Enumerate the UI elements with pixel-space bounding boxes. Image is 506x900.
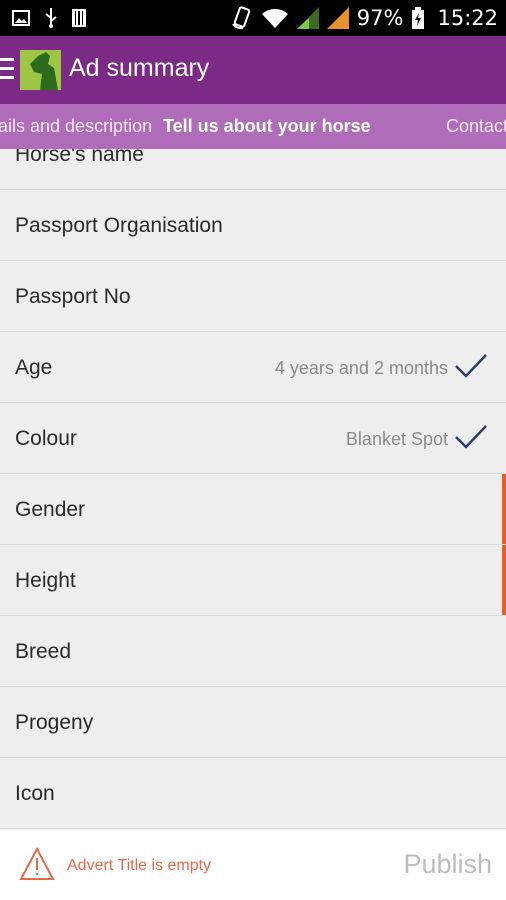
tab-ad-details[interactable]: ails and description — [0, 116, 152, 137]
tab-strip: ails and description Tell us about your … — [0, 104, 506, 149]
row-value: Blanket Spot — [345, 429, 448, 449]
row-gender[interactable]: Gender — [0, 474, 506, 545]
row-label: Height — [15, 569, 76, 592]
page-title: Ad summary — [69, 54, 210, 82]
battery-icon — [412, 7, 425, 29]
signal-icon — [296, 7, 319, 29]
row-label: Passport Organisation — [15, 214, 223, 237]
publish-button[interactable]: Publish — [403, 849, 492, 880]
row-colour[interactable]: Colour Blanket Spot — [0, 403, 506, 474]
bottom-bar: Advert Title is empty Publish — [0, 830, 506, 900]
row-breed[interactable]: Breed — [0, 616, 506, 687]
row-passport-no[interactable]: Passport No — [0, 261, 506, 332]
required-indicator — [502, 474, 506, 544]
clock: 15:22 — [437, 6, 498, 30]
tab-tell-us-about-your-horse[interactable]: Tell us about your horse — [163, 116, 371, 137]
row-icon[interactable]: Icon — [0, 758, 506, 829]
image-icon — [12, 10, 30, 26]
horse-details-list: Horse's name Passport Organisation Passp… — [0, 149, 506, 830]
row-height[interactable]: Height — [0, 545, 506, 616]
horse-logo[interactable] — [20, 50, 61, 90]
row-label: Gender — [15, 498, 86, 521]
row-label: Progeny — [15, 711, 94, 734]
tab-contact[interactable]: Contact — [446, 116, 506, 137]
rotate-icon — [231, 6, 250, 30]
row-label: Age — [15, 356, 53, 379]
battery-percent: 97% — [356, 6, 404, 30]
row-horses-name[interactable]: Horse's name — [0, 149, 506, 190]
row-label: Colour — [15, 427, 77, 450]
row-value: 4 years and 2 months — [274, 358, 448, 378]
usb-icon — [45, 8, 57, 28]
row-passport-organisation[interactable]: Passport Organisation — [0, 190, 506, 261]
status-bar: 97% 15:22 — [0, 0, 506, 36]
row-label: Breed — [15, 640, 72, 663]
app-bar: Ad summary — [0, 36, 506, 104]
row-label: Icon — [15, 782, 55, 805]
warning-icon — [19, 847, 55, 880]
row-progeny[interactable]: Progeny — [0, 687, 506, 758]
check-icon — [455, 354, 487, 378]
row-age[interactable]: Age 4 years and 2 months — [0, 332, 506, 403]
validation-message: Advert Title is empty — [67, 857, 212, 874]
required-indicator — [502, 545, 506, 615]
check-icon — [455, 425, 487, 449]
row-label: Horse's name — [15, 149, 144, 166]
hamburger-icon[interactable] — [0, 58, 14, 80]
signal-icon — [326, 7, 349, 29]
row-label: Passport No — [15, 285, 131, 308]
wifi-icon — [261, 8, 288, 28]
barcode-icon — [72, 9, 86, 27]
